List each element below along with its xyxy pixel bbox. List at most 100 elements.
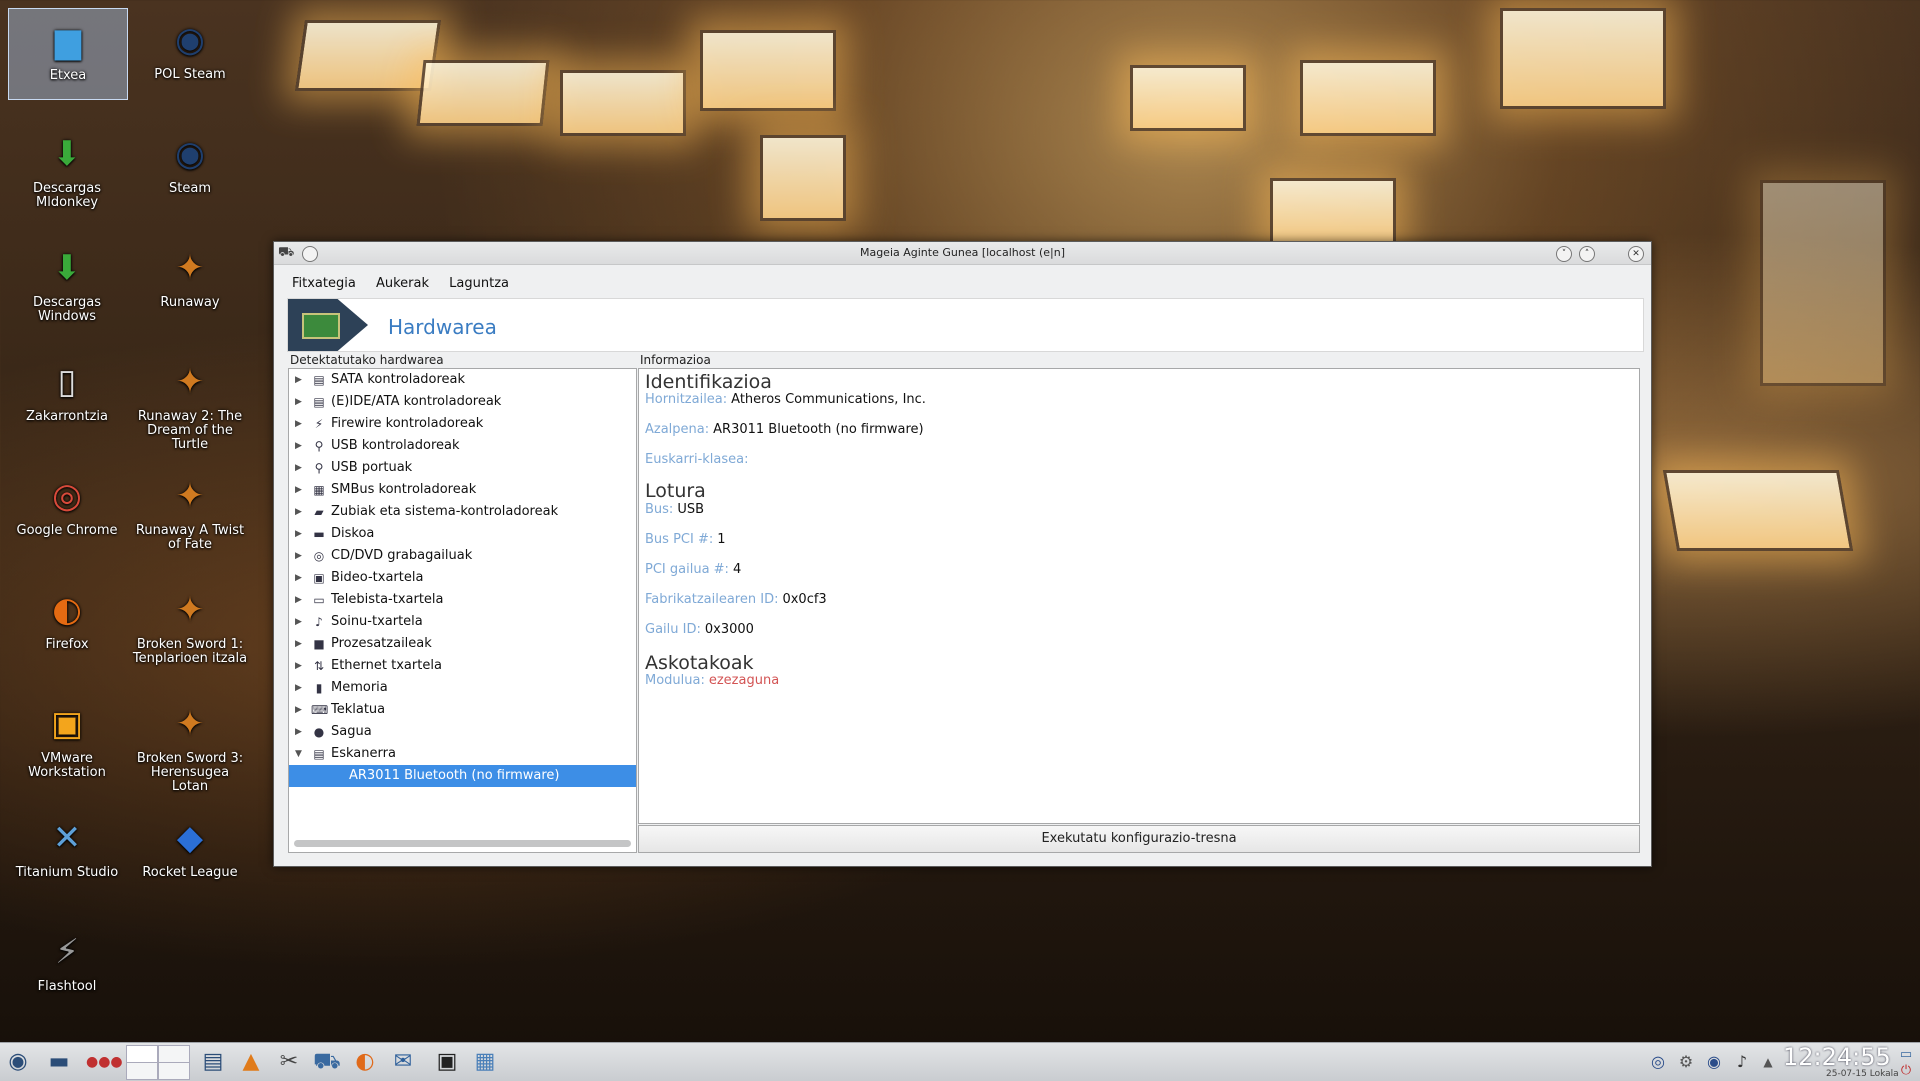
expand-right-icon[interactable]: ▶ bbox=[295, 457, 307, 479]
hardware-tree[interactable]: ▶ ▤ SATA kontroladoreak ▶ ▤ (E)IDE/ATA kontro… bbox=[288, 368, 637, 853]
expand-right-icon[interactable]: ▶ bbox=[295, 633, 307, 655]
desktop-icon[interactable]: ▆ Etxea bbox=[8, 8, 128, 100]
identification-title: Identifikazioa bbox=[645, 371, 772, 393]
maximize-button[interactable]: ˄ bbox=[1579, 246, 1595, 262]
vendor-id-field: Fabrikatzailearen ID: 0x0cf3 bbox=[645, 592, 827, 607]
bridge-icon: ▰ bbox=[314, 505, 324, 519]
expand-right-icon[interactable]: ▶ bbox=[295, 435, 307, 457]
virtual-desktop-pager[interactable] bbox=[126, 1045, 190, 1080]
tree-item[interactable]: ▶ ▣ Bideo-txartela bbox=[289, 567, 636, 589]
tree-item[interactable]: ▶ ▬ Diskoa bbox=[289, 523, 636, 545]
activities-icon[interactable]: ●●● bbox=[86, 1048, 123, 1076]
menu-options[interactable]: Aukerak bbox=[376, 276, 429, 291]
desktop-icon[interactable]: ▯ Zakarrontzia bbox=[8, 350, 126, 440]
desktop-icon[interactable]: ✦ Broken Sword 3: Herensugea Lotan bbox=[131, 692, 249, 794]
firefox-icon[interactable]: ◐ bbox=[350, 1048, 380, 1076]
terminal-icon[interactable]: ▣ bbox=[432, 1048, 462, 1076]
desktop-icon[interactable]: ◐ Firefox bbox=[8, 578, 126, 668]
steam-icon: ◉ bbox=[175, 20, 205, 60]
horizontal-scrollbar[interactable] bbox=[294, 840, 631, 847]
tree-item[interactable]: ▶ ◎ CD/DVD grabagailuak bbox=[289, 545, 636, 567]
close-button[interactable]: ✕ bbox=[1628, 246, 1644, 262]
menubar: Fitxategia Aukerak Laguntza bbox=[292, 276, 525, 294]
game-icon: ✦ bbox=[175, 248, 205, 288]
tree-item[interactable]: ▶ ▤ (E)IDE/ATA kontroladoreak bbox=[289, 391, 636, 413]
game-icon: ✦ bbox=[175, 704, 205, 744]
tree-item[interactable]: ▶ ● Sagua bbox=[289, 721, 636, 743]
tray-expand-icon[interactable]: ▲ bbox=[1758, 1052, 1778, 1072]
expand-right-icon[interactable]: ▶ bbox=[295, 677, 307, 699]
desktop-icon-label: POL Steam bbox=[154, 67, 226, 82]
desktop-icon[interactable]: ⬇ Descargas Windows bbox=[8, 236, 126, 326]
vlc-icon[interactable]: ▲ bbox=[236, 1048, 266, 1076]
desktop-icon[interactable]: ✦ Runaway A Twist of Fate bbox=[131, 464, 249, 554]
file-manager-icon[interactable]: ▤ bbox=[198, 1048, 228, 1076]
network-icon[interactable]: ◉ bbox=[1704, 1052, 1724, 1072]
updates-icon[interactable]: ⚙ bbox=[1676, 1052, 1696, 1072]
expand-right-icon[interactable]: ▶ bbox=[295, 655, 307, 677]
desktop-icon[interactable]: ⚡ Flashtool bbox=[8, 920, 126, 1010]
volume-icon[interactable]: ♪ bbox=[1732, 1052, 1752, 1072]
desktop-icon[interactable]: ◉ POL Steam bbox=[131, 8, 249, 98]
tree-item[interactable]: ▶ ■ Prozesatzaileak bbox=[289, 633, 636, 655]
tree-item[interactable]: ▶ ⌨ Teklatua bbox=[289, 699, 636, 721]
desktop-icon[interactable]: ✦ Runaway 2: The Dream of the Turtle bbox=[131, 350, 249, 452]
tree-item[interactable]: ▶ ▦ SMBus kontroladoreak bbox=[289, 479, 636, 501]
expand-right-icon[interactable]: ▶ bbox=[295, 391, 307, 413]
tree-item[interactable]: ▶ ▮ Memoria bbox=[289, 677, 636, 699]
tools-icon[interactable]: ✂ bbox=[274, 1048, 304, 1076]
desktop-icon[interactable]: ⬇ Descargas Mldonkey bbox=[8, 122, 126, 212]
window-title: Mageia Aginte Gunea [localhost (e|n] bbox=[859, 246, 1066, 259]
task-control-center-icon[interactable]: ▦ bbox=[470, 1048, 500, 1076]
window-titlebar[interactable]: ⛟ Mageia Aginte Gunea [localhost (e|n] ˅… bbox=[274, 242, 1651, 265]
thunderbird-icon[interactable]: ✉ bbox=[388, 1048, 418, 1076]
steam-icon: ◉ bbox=[175, 134, 205, 174]
expand-right-icon[interactable]: ▶ bbox=[295, 699, 307, 721]
tree-item[interactable]: ▶ ⇅ Ethernet txartela bbox=[289, 655, 636, 677]
expand-right-icon[interactable]: ▶ bbox=[295, 479, 307, 501]
desktop-icon[interactable]: ◎ Google Chrome bbox=[8, 464, 126, 554]
run-config-tool-button[interactable]: Exekutatu konfigurazio-tresna bbox=[638, 825, 1640, 853]
expand-right-icon[interactable]: ▶ bbox=[295, 567, 307, 589]
scanner-icon: ▤ bbox=[313, 747, 325, 761]
tree-item[interactable]: ▶ ▭ Telebista-txartela bbox=[289, 589, 636, 611]
expand-right-icon[interactable]: ▶ bbox=[295, 589, 307, 611]
control-center-icon[interactable]: ⛟ bbox=[312, 1048, 342, 1076]
show-desktop-icon[interactable]: ▬ bbox=[44, 1048, 74, 1076]
minimize-button[interactable]: ˅ bbox=[1556, 246, 1572, 262]
expand-right-icon[interactable]: ▶ bbox=[295, 523, 307, 545]
expand-right-icon[interactable]: ▶ bbox=[295, 611, 307, 633]
tree-item-label: AR3011 Bluetooth (no firmware) bbox=[349, 768, 560, 783]
expand-right-icon[interactable]: ▶ bbox=[295, 545, 307, 567]
tree-item[interactable]: ▶ ⚲ USB kontroladoreak bbox=[289, 435, 636, 457]
desktop-icon[interactable]: ▣ VMware Workstation bbox=[8, 692, 126, 782]
tree-item-selected[interactable]: AR3011 Bluetooth (no firmware) bbox=[289, 765, 636, 787]
desktop-icon[interactable]: ◉ Steam bbox=[131, 122, 249, 212]
desktop-icon-label: Broken Sword 1: Tenplarioen itzala bbox=[132, 637, 248, 666]
tree-item-label: Ethernet txartela bbox=[331, 658, 442, 673]
ethernet-icon: ⇅ bbox=[313, 659, 325, 673]
expand-right-icon[interactable]: ▶ bbox=[295, 369, 307, 391]
desktop-icon[interactable]: ✕ Titanium Studio bbox=[8, 806, 126, 896]
tree-item-label: (E)IDE/ATA kontroladoreak bbox=[331, 394, 502, 409]
menu-help[interactable]: Laguntza bbox=[449, 276, 509, 291]
desktop-icon[interactable]: ✦ Broken Sword 1: Tenplarioen itzala bbox=[131, 578, 249, 668]
tree-item[interactable]: ▼ ▤ Eskanerra bbox=[289, 743, 636, 765]
expand-right-icon[interactable]: ▶ bbox=[295, 413, 307, 435]
application-launcher-icon[interactable]: ◉ bbox=[3, 1048, 33, 1076]
tree-item[interactable]: ▶ ⚲ USB portuak bbox=[289, 457, 636, 479]
menu-file[interactable]: Fitxategia bbox=[292, 276, 356, 291]
expand-right-icon[interactable]: ▶ bbox=[295, 501, 307, 523]
network-globe-icon[interactable]: ◎ bbox=[1648, 1052, 1668, 1072]
tree-item[interactable]: ▶ ▰ Zubiak eta sistema-kontroladoreak bbox=[289, 501, 636, 523]
tree-item[interactable]: ▶ ⚡ Firewire kontroladoreak bbox=[289, 413, 636, 435]
expand-right-icon[interactable]: ▶ bbox=[295, 721, 307, 743]
tree-item[interactable]: ▶ ♪ Soinu-txartela bbox=[289, 611, 636, 633]
desktop-icon[interactable]: ✦ Runaway bbox=[131, 236, 249, 326]
power-icon[interactable]: ⏻ bbox=[1896, 1061, 1916, 1081]
clock[interactable]: 12:24:55 bbox=[1783, 1043, 1891, 1071]
expand-down-icon[interactable]: ▼ bbox=[295, 743, 307, 765]
tree-item-label: Teklatua bbox=[331, 702, 386, 717]
desktop-icon[interactable]: ◆ Rocket League bbox=[131, 806, 249, 896]
tree-item[interactable]: ▶ ▤ SATA kontroladoreak bbox=[289, 369, 636, 391]
